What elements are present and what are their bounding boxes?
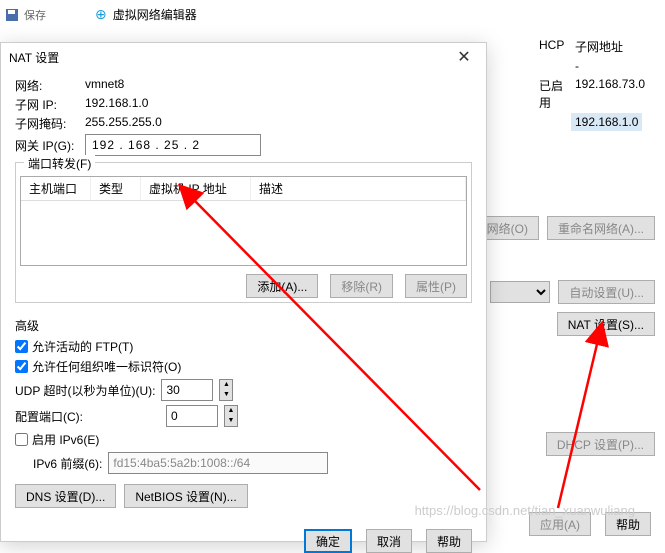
nat-settings-dialog: NAT 设置 ✕ 网络:vmnet8 子网 IP:192.168.1.0 子网掩… <box>0 42 487 542</box>
toolbar: 保存 <box>0 0 90 30</box>
bg-help-button[interactable]: 帮助 <box>605 512 651 536</box>
subnet-row[interactable]: 192.168.73.0 <box>571 75 649 113</box>
allow-oui-checkbox[interactable]: 允许任何组织唯一标识符(O) <box>15 358 472 375</box>
config-port-input[interactable] <box>166 405 218 427</box>
allow-active-ftp-checkbox[interactable]: 允许活动的 FTP(T) <box>15 338 472 355</box>
port-forward-legend: 端口转发(F) <box>24 155 95 172</box>
dialog-title: NAT 设置 <box>9 49 450 66</box>
udp-spinner[interactable]: ▲▼ <box>219 379 233 401</box>
col-hostport: 主机端口 <box>21 177 91 200</box>
advanced-heading: 高级 <box>15 317 472 334</box>
network-editor-icon: ⊕ <box>95 6 107 23</box>
help-button[interactable]: 帮助 <box>426 529 472 553</box>
save-icon[interactable] <box>4 7 20 23</box>
subnet-mask-label: 子网掩码: <box>15 115 85 132</box>
config-port-label: 配置端口(C): <box>15 408 160 425</box>
col-dhcp: HCP <box>535 36 571 57</box>
col-type: 类型 <box>91 177 141 200</box>
add-button[interactable]: 添加(A)... <box>246 274 318 298</box>
bg-settings-buttons: 自动设置(U)... NAT 设置(S)... DHCP 设置(P)... <box>490 280 655 456</box>
bridge-select[interactable] <box>490 281 550 303</box>
network-value: vmnet8 <box>85 77 472 94</box>
udp-timeout-input[interactable] <box>161 379 213 401</box>
network-label: 网络: <box>15 77 85 94</box>
bg-window-title: ⊕ 虚拟网络编辑器 <box>95 0 197 28</box>
col-subnet: 子网地址 <box>571 36 627 57</box>
rename-network-button: 重命名网络(A)... <box>547 216 655 240</box>
gateway-ip-label: 网关 IP(G): <box>15 137 85 154</box>
ok-button[interactable]: 确定 <box>304 529 352 553</box>
remove-button: 移除(R) <box>330 274 393 298</box>
properties-button: 属性(P) <box>405 274 467 298</box>
col-vmip: 虚拟机 IP 地址 <box>141 177 251 200</box>
ipv6-prefix-input[interactable] <box>108 452 328 474</box>
gateway-ip-input[interactable]: 192 . 168 . 25 . 2 <box>85 134 261 156</box>
subnet-row[interactable]: - <box>571 57 583 75</box>
port-forward-group: 端口转发(F) 主机端口 类型 虚拟机 IP 地址 描述 添加(A)... 移除… <box>15 162 472 303</box>
port-forward-table[interactable]: 主机端口 类型 虚拟机 IP 地址 描述 <box>20 176 467 266</box>
auto-settings-button: 自动设置(U)... <box>558 280 655 304</box>
cancel-button[interactable]: 取消 <box>366 529 412 553</box>
udp-timeout-label: UDP 超时(以秒为单位)(U): <box>15 382 155 399</box>
enable-ipv6-checkbox[interactable]: 启用 IPv6(E) <box>15 431 472 448</box>
netbios-settings-button[interactable]: NetBIOS 设置(N)... <box>124 484 247 508</box>
bg-bottom-buttons: 应用(A) 帮助 <box>529 512 651 536</box>
close-icon[interactable]: ✕ <box>450 47 478 67</box>
dialog-titlebar: NAT 设置 ✕ <box>1 43 486 71</box>
subnet-mask-value: 255.255.255.0 <box>85 115 472 132</box>
subnet-ip-value: 192.168.1.0 <box>85 96 472 113</box>
config-spinner[interactable]: ▲▼ <box>224 405 238 427</box>
bg-title-text: 虚拟网络编辑器 <box>113 6 197 23</box>
dhcp-enabled: 已启用 <box>535 75 571 113</box>
subnet-row-selected[interactable]: 192.168.1.0 <box>571 113 642 131</box>
save-label: 保存 <box>24 7 46 23</box>
ipv6-prefix-label: IPv6 前缀(6): <box>33 455 102 472</box>
subnet-ip-label: 子网 IP: <box>15 96 85 113</box>
nat-settings-button[interactable]: NAT 设置(S)... <box>557 312 655 336</box>
dhcp-settings-button: DHCP 设置(P)... <box>546 432 655 456</box>
col-desc: 描述 <box>251 177 466 200</box>
bg-apply-button: 应用(A) <box>529 512 591 536</box>
dns-settings-button[interactable]: DNS 设置(D)... <box>15 484 116 508</box>
subnet-column: HCP 子网地址 - 已启用 192.168.73.0 192.168.1.0 <box>535 36 655 131</box>
